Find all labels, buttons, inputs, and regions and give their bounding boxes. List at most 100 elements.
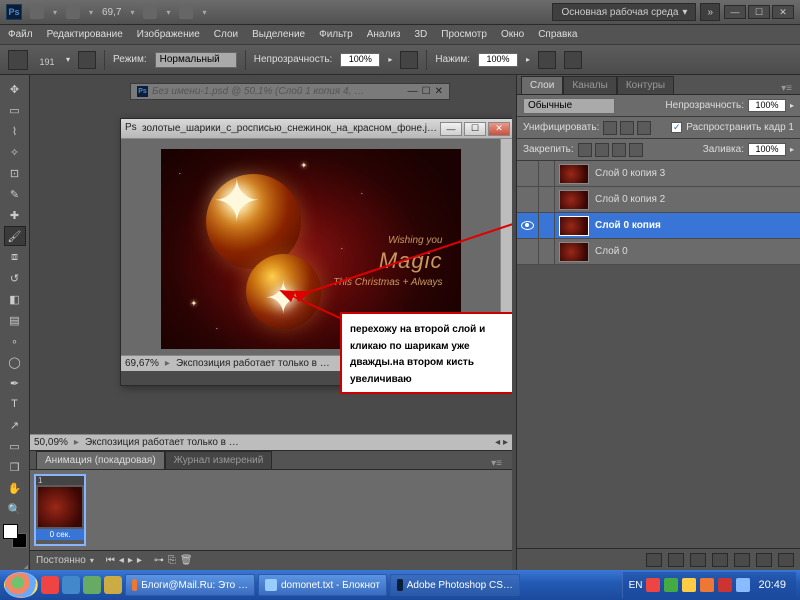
- bridge-drop-icon[interactable]: ▾: [50, 5, 60, 19]
- frame-delay[interactable]: 0 сек.: [36, 529, 84, 540]
- screenmode-icon[interactable]: [179, 5, 193, 19]
- layer-link-col[interactable]: [539, 239, 555, 265]
- animation-frame[interactable]: 1 0 сек.: [34, 474, 86, 546]
- bridge-icon[interactable]: [30, 5, 44, 19]
- blendmode-select[interactable]: Нормальный: [155, 52, 237, 68]
- expand-panels-button[interactable]: »: [700, 3, 720, 21]
- tab-animation[interactable]: Анимация (покадровая): [36, 451, 165, 469]
- menu-filter[interactable]: Фильтр: [319, 29, 353, 40]
- flow-drop-icon[interactable]: ▸: [526, 55, 530, 64]
- layer-visibility[interactable]: [517, 161, 539, 187]
- next-frame-icon[interactable]: ▸: [137, 555, 142, 566]
- document-tab-inactive[interactable]: Ps Без имени-1.psd @ 50,1% (Слой 1 копия…: [130, 83, 450, 100]
- menu-help[interactable]: Справка: [538, 29, 577, 40]
- play-icon[interactable]: ▸: [128, 555, 133, 566]
- stamp-tool[interactable]: ⧈: [4, 247, 26, 267]
- propagate-checkbox[interactable]: ✓: [671, 122, 682, 133]
- layer-row[interactable]: Слой 0 копия 2: [517, 187, 800, 213]
- doc2-zoom-value[interactable]: 50,09%: [34, 437, 68, 448]
- tray-icon[interactable]: [718, 578, 732, 592]
- tool-preset-icon[interactable]: [8, 50, 28, 70]
- zoom-display[interactable]: 69,7: [102, 7, 121, 18]
- hand-tool[interactable]: ✋: [4, 478, 26, 498]
- brush-size[interactable]: 191: [39, 57, 54, 67]
- rewind-icon[interactable]: ⏮: [106, 555, 115, 566]
- layer-thumbnail[interactable]: [559, 216, 589, 236]
- tab-paths[interactable]: Контуры: [617, 76, 674, 94]
- language-indicator[interactable]: EN: [629, 580, 643, 591]
- shape-tool[interactable]: ▭: [4, 436, 26, 456]
- taskbar-item-active[interactable]: Adobe Photoshop CS…: [390, 574, 520, 596]
- lock-transparent-icon[interactable]: [578, 143, 592, 157]
- layer-thumbnail[interactable]: [559, 190, 589, 210]
- quicklaunch-icon[interactable]: [104, 576, 122, 594]
- lock-pixels-icon[interactable]: [595, 143, 609, 157]
- menu-3d[interactable]: 3D: [414, 29, 427, 40]
- menu-edit[interactable]: Редактирование: [47, 29, 123, 40]
- menu-image[interactable]: Изображение: [137, 29, 200, 40]
- doc-zoom-value[interactable]: 69,67%: [125, 358, 159, 369]
- doc-close-icon[interactable]: ✕: [435, 86, 443, 97]
- move-tool[interactable]: ✥: [4, 79, 26, 99]
- tray-icon[interactable]: [682, 578, 696, 592]
- zoom-tool[interactable]: 🔍: [4, 499, 26, 519]
- doc-minimize-button[interactable]: —: [440, 122, 462, 136]
- doc-min-icon[interactable]: —: [408, 86, 418, 97]
- layer-thumbnail[interactable]: [559, 242, 589, 262]
- delete-frame-icon[interactable]: 🗑: [180, 555, 193, 566]
- layer-link-col[interactable]: [539, 161, 555, 187]
- layer-opacity-input[interactable]: 100%: [748, 99, 786, 112]
- layer-row-selected[interactable]: Слой 0 копия: [517, 213, 800, 239]
- lasso-tool[interactable]: ⌇: [4, 121, 26, 141]
- viewextra-drop-icon[interactable]: ▾: [86, 5, 96, 19]
- close-button[interactable]: ✕: [772, 5, 794, 19]
- tab-layers[interactable]: Слои: [521, 76, 563, 94]
- layer-link-col[interactable]: [539, 213, 555, 239]
- lock-all-icon[interactable]: [629, 143, 643, 157]
- layer-visibility[interactable]: [517, 239, 539, 265]
- loop-select[interactable]: Постоянно: [36, 555, 86, 566]
- menu-analysis[interactable]: Анализ: [367, 29, 401, 40]
- dodge-tool[interactable]: ◯: [4, 352, 26, 372]
- layer-row[interactable]: Слой 0 копия 3: [517, 161, 800, 187]
- eraser-tool[interactable]: ◧: [4, 289, 26, 309]
- marquee-tool[interactable]: ▭: [4, 100, 26, 120]
- fill-drop-icon[interactable]: ▸: [790, 145, 794, 154]
- menu-layer[interactable]: Слои: [214, 29, 238, 40]
- tablet-opacity-icon[interactable]: [400, 51, 418, 69]
- brushsize-drop-icon[interactable]: ▾: [66, 55, 70, 64]
- foreground-color[interactable]: [3, 524, 18, 539]
- start-button[interactable]: [4, 572, 38, 598]
- type-tool[interactable]: T: [4, 394, 26, 414]
- viewextra-icon[interactable]: [66, 5, 80, 19]
- new-frame-icon[interactable]: ⎘: [168, 555, 176, 566]
- layer-name[interactable]: Слой 0 копия 2: [593, 194, 665, 205]
- doc-maximize-button[interactable]: ☐: [464, 122, 486, 136]
- taskbar-item[interactable]: domonet.txt - Блокнот: [258, 574, 387, 596]
- layer-group-icon[interactable]: [734, 553, 750, 567]
- fill-input[interactable]: 100%: [748, 143, 786, 156]
- pen-tool[interactable]: ✒: [4, 373, 26, 393]
- screenmode-drop-icon[interactable]: ▾: [199, 5, 209, 19]
- document-titlebar[interactable]: Ps золотые_шарики_с_росписью_снежинок_на…: [121, 119, 512, 139]
- layer-mask-icon[interactable]: [690, 553, 706, 567]
- menu-file[interactable]: Файл: [8, 29, 33, 40]
- doc-close-button[interactable]: ✕: [488, 122, 510, 136]
- clock[interactable]: 20:49: [754, 579, 790, 591]
- opacity-input[interactable]: 100%: [340, 53, 380, 67]
- unify-visibility-icon[interactable]: [620, 121, 634, 135]
- arrange-drop-icon[interactable]: ▾: [163, 5, 173, 19]
- panel-menu-icon[interactable]: ▾≡: [777, 83, 796, 94]
- history-brush-tool[interactable]: ↺: [4, 268, 26, 288]
- opacity-drop-icon[interactable]: ▸: [790, 101, 794, 110]
- unify-position-icon[interactable]: [603, 121, 617, 135]
- layer-visibility[interactable]: [517, 187, 539, 213]
- delete-layer-icon[interactable]: [778, 553, 794, 567]
- layer-name[interactable]: Слой 0 копия 3: [593, 168, 665, 179]
- tray-icon[interactable]: [736, 578, 750, 592]
- menu-view[interactable]: Просмотр: [441, 29, 487, 40]
- workspace-button[interactable]: Основная рабочая среда ▾: [552, 3, 696, 21]
- brush-panel-icon[interactable]: [78, 51, 96, 69]
- tween-icon[interactable]: ⊶: [154, 555, 164, 566]
- blur-tool[interactable]: ∘: [4, 331, 26, 351]
